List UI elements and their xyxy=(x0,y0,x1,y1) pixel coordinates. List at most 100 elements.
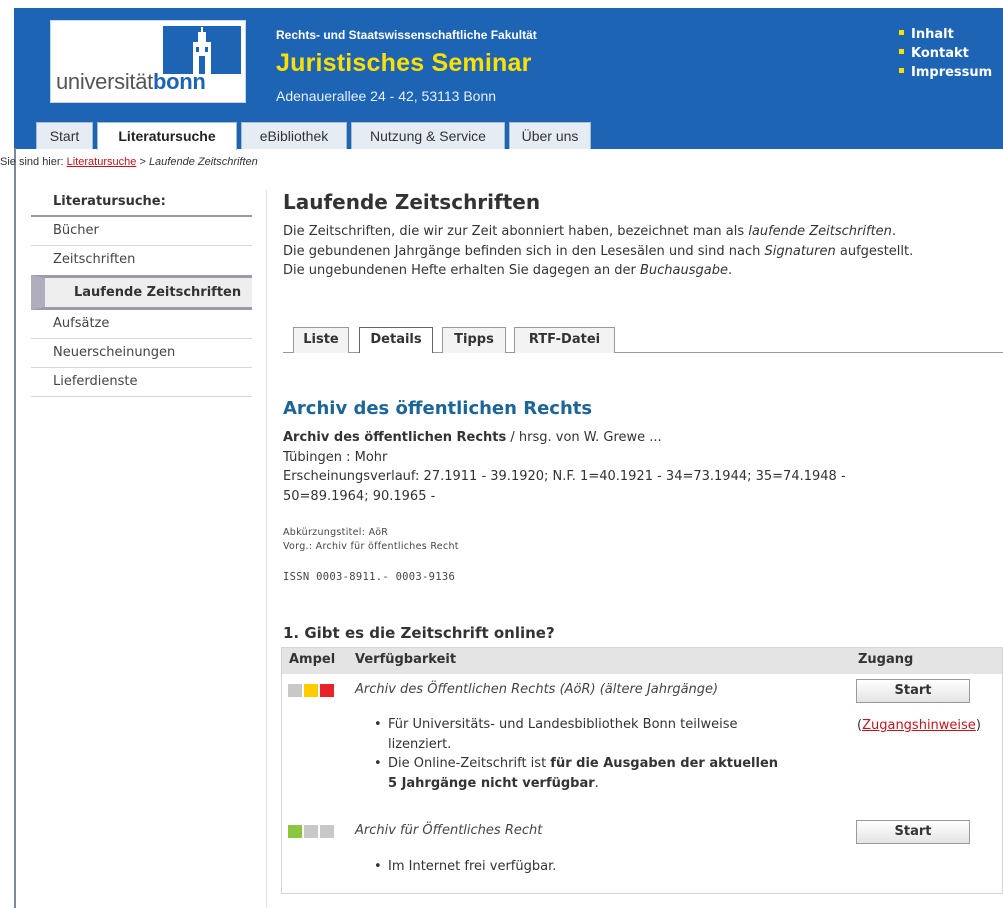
record-publisher: Tübingen : Mohr xyxy=(283,449,388,465)
bullet-square-icon xyxy=(899,49,904,54)
intro-text-part: Die gebundenen Jahrgänge befinden sich i… xyxy=(283,243,765,259)
intro-text-part: aufgestellt. xyxy=(835,243,914,259)
online-availability-heading: 1. Gibt es die Zeitschrift online? xyxy=(283,624,555,642)
content-divider xyxy=(266,190,267,908)
record-predecessor: Vorg.: Archiv für öffentliches Recht xyxy=(283,541,459,552)
tab-liste[interactable]: Liste xyxy=(293,327,349,353)
sidebar-heading: Literatursuche: xyxy=(31,190,252,217)
bullet-square-icon xyxy=(899,68,904,73)
record-history: Erscheinungsverlauf: 27.1911 - 39.1920; … xyxy=(283,469,846,484)
tab-tipps[interactable]: Tipps xyxy=(442,327,506,353)
breadcrumb-link-literatursuche[interactable]: Literatursuche xyxy=(67,156,137,168)
column-zugang: Zugang xyxy=(858,652,914,667)
light-gray xyxy=(288,684,302,697)
note-bold: 5 Jahrgänge nicht verfügbar xyxy=(388,775,595,791)
column-ampel: Ampel xyxy=(289,652,336,667)
site-header: universitätbonn Rechts- und Staatswissen… xyxy=(14,8,1003,118)
note-text: Die Online-Zeitschrift ist xyxy=(388,756,551,771)
utility-nav: Inhalt Kontakt Impressum xyxy=(899,25,992,82)
intro-text-part: . xyxy=(891,224,897,239)
access-hint: (Zugangshinweise) xyxy=(857,718,981,733)
util-link-impressum[interactable]: Impressum xyxy=(899,63,992,82)
hint-paren: ) xyxy=(975,718,981,733)
util-link-kontakt[interactable]: Kontakt xyxy=(899,44,992,63)
sidebar: Literatursuche: Bücher Zeitschriften Lau… xyxy=(31,190,252,397)
university-logo-text: universitätbonn xyxy=(56,69,206,95)
tab-rtf-datei[interactable]: RTF-Datei xyxy=(514,327,615,353)
university-logo[interactable]: universitätbonn xyxy=(50,20,246,103)
faculty-name: Rechts- und Staatswissenschaftliche Faku… xyxy=(276,28,537,42)
intro-text: Die Zeitschriften, die wir zur Zeit abon… xyxy=(283,222,1003,281)
sidebar-item-aufsaetze[interactable]: Aufsätze xyxy=(31,310,252,339)
resource-notes: Für Universitäts- und Landesbibliothek B… xyxy=(372,715,778,793)
detail-tabs: Liste Details Tipps RTF-Datei xyxy=(283,327,1003,353)
sidebar-item-laufende-zeitschriften[interactable]: Laufende Zeitschriften xyxy=(31,275,252,310)
main-nav-tabs: Start Literatursuche eBibliothek Nutzung… xyxy=(14,118,1003,150)
bibliographic-record: Archiv des öffentlichen Rechts / hrsg. v… xyxy=(283,428,846,506)
page-title: Laufende Zeitschriften xyxy=(283,190,541,214)
record-editor: / hrsg. von W. Grewe ... xyxy=(506,430,662,445)
note-text: . xyxy=(594,775,599,791)
tab-ebibliothek[interactable]: eBibliothek xyxy=(241,122,347,149)
record-title-row: Archiv des öffentlichen Rechts / hrsg. v… xyxy=(283,428,846,448)
util-link-label: Inhalt xyxy=(911,27,954,42)
breadcrumb-current: Laufende Zeitschriften xyxy=(148,156,258,168)
light-green xyxy=(288,825,302,838)
sidebar-item-lieferdienste[interactable]: Lieferdienste xyxy=(31,368,252,397)
tab-literatursuche[interactable]: Literatursuche xyxy=(97,122,237,150)
note-text: Im Internet frei verfügbar. xyxy=(388,859,557,874)
bullet-square-icon xyxy=(899,30,904,35)
resource-notes: Im Internet frei verfügbar. xyxy=(372,857,556,877)
page-left-border xyxy=(14,148,16,908)
intro-emphasis: Buchausgabe xyxy=(639,263,728,278)
list-item: Für Universitäts- und Landesbibliothek B… xyxy=(372,715,778,754)
breadcrumb-separator: > xyxy=(139,156,146,168)
site-address: Adenauerallee 24 - 42, 53113 Bonn xyxy=(276,88,497,104)
intro-line: Die ungebundenen Hefte erhalten Sie dage… xyxy=(283,261,1003,281)
breadcrumb: Sie sind hier: Literatursuche > Laufende… xyxy=(0,156,258,168)
intro-emphasis: Signaturen xyxy=(764,243,836,259)
tab-details[interactable]: Details xyxy=(359,327,433,353)
util-link-label: Kontakt xyxy=(911,46,969,61)
tab-nutzung-service[interactable]: Nutzung & Service xyxy=(351,122,505,149)
util-link-inhalt[interactable]: Inhalt xyxy=(899,25,992,44)
sidebar-item-zeitschriften[interactable]: Zeitschriften xyxy=(31,246,252,275)
record-notes: Abkürzungstitel: AöR Vorg.: Archiv für ö… xyxy=(283,526,459,554)
record-title: Archiv des öffentlichen Rechts xyxy=(283,430,507,445)
intro-text-part: . xyxy=(727,263,733,278)
note-text: Für Universitäts- und Landesbibliothek B… xyxy=(388,717,738,732)
intro-line: Die Zeitschriften, die wir zur Zeit abon… xyxy=(283,222,1003,242)
traffic-light-icon xyxy=(288,823,338,838)
note-text: lizenziert. xyxy=(388,736,452,752)
logo-prefix: universität xyxy=(56,69,153,94)
light-gray xyxy=(320,825,334,838)
util-link-label: Impressum xyxy=(911,65,993,80)
logo-suffix: bonn xyxy=(152,69,206,94)
sidebar-item-buecher[interactable]: Bücher xyxy=(31,217,252,246)
light-gray xyxy=(304,825,318,838)
column-verfuegbarkeit: Verfügbarkeit xyxy=(355,652,457,667)
start-button[interactable]: Start xyxy=(856,679,970,703)
sidebar-item-neuerscheinungen[interactable]: Neuerscheinungen xyxy=(31,339,252,368)
note-bold: für die Ausgaben der aktuellen xyxy=(550,756,779,771)
site-title[interactable]: Juristisches Seminar xyxy=(276,49,532,78)
breadcrumb-prefix: Sie sind hier: xyxy=(0,156,64,168)
tab-ueber-uns[interactable]: Über uns xyxy=(509,122,591,149)
record-issn: ISSN 0003-8911.- 0003-9136 xyxy=(283,571,456,583)
traffic-light-icon xyxy=(288,682,338,697)
list-item: Die Online-Zeitschrift ist für die Ausga… xyxy=(372,754,778,793)
university-building-icon xyxy=(163,26,241,74)
availability-table: Ampel Verfügbarkeit Zugang Archiv des Öf… xyxy=(281,647,1003,894)
availability-table-header: Ampel Verfügbarkeit Zugang xyxy=(282,648,1002,674)
record-abbreviation: Abkürzungstitel: AöR xyxy=(283,527,389,538)
start-button[interactable]: Start xyxy=(856,820,970,844)
intro-emphasis: laufende Zeitschriften xyxy=(748,224,892,239)
intro-line: Die gebundenen Jahrgänge befinden sich i… xyxy=(283,242,1003,262)
tab-start[interactable]: Start xyxy=(36,122,93,149)
access-hint-link[interactable]: Zugangshinweise xyxy=(862,718,976,733)
light-yellow xyxy=(304,684,318,697)
light-red xyxy=(320,684,334,697)
resource-title: Archiv des Öffentlichen Rechts (AöR) (äl… xyxy=(355,682,719,697)
intro-text-part: Die Zeitschriften, die wir zur Zeit abon… xyxy=(283,224,749,239)
resource-title: Archiv für Öffentliches Recht xyxy=(355,823,543,838)
